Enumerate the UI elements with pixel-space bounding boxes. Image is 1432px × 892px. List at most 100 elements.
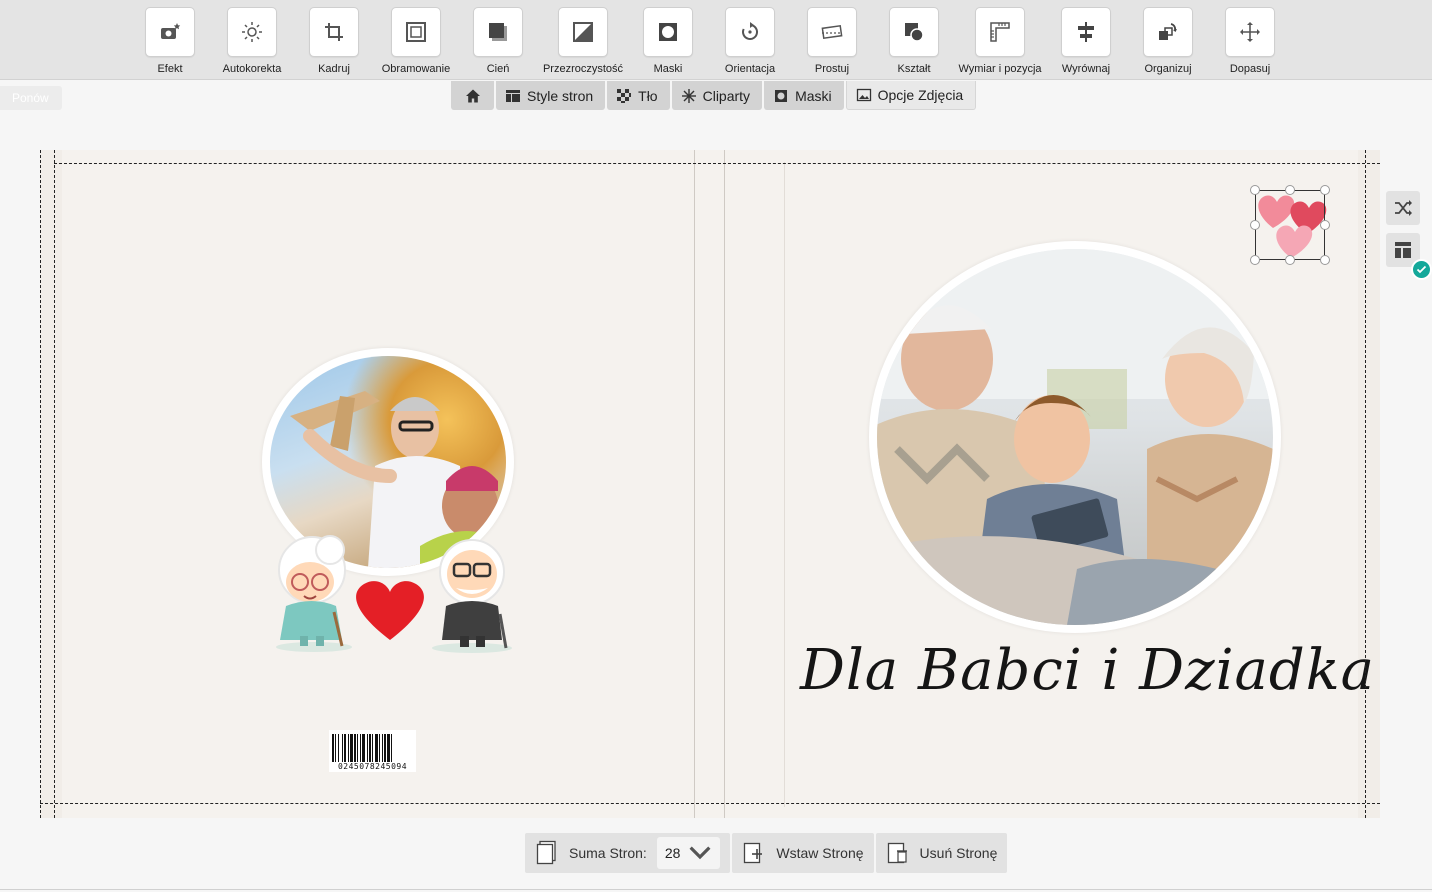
tool-label: Kadruj xyxy=(318,63,350,75)
tool-label: Przezroczystość xyxy=(542,63,624,75)
bleed-guide-top xyxy=(54,163,1380,164)
pages-select[interactable]: 28 xyxy=(656,837,721,869)
tool-label: Maski xyxy=(653,63,683,75)
tool-label: Organizuj xyxy=(1144,63,1192,75)
ruler-icon xyxy=(975,7,1025,57)
resize-handle[interactable] xyxy=(1250,220,1260,230)
arrange-icon xyxy=(1143,7,1193,57)
secondary-tabs: Style stron Tło Cliparty Maski Opcje Zdj… xyxy=(451,81,977,110)
tool-kadruj[interactable]: Kadruj xyxy=(292,7,376,77)
bottom-divider xyxy=(0,889,1432,890)
mask-icon xyxy=(643,7,693,57)
tool-obramowanie[interactable]: Obramowanie xyxy=(374,7,458,77)
image-icon xyxy=(856,88,871,102)
crop-icon xyxy=(309,7,359,57)
tool-prostuj[interactable]: Prostuj xyxy=(790,7,874,77)
tool-maski[interactable]: Maski xyxy=(626,7,710,77)
tool-cien[interactable]: Cień xyxy=(456,7,540,77)
tool-label: Wymiar i pozycja xyxy=(958,63,1042,75)
top-toolbar: Efekt Autokorekta Kadruj Obramowanie Cie… xyxy=(0,0,1432,80)
add-page-icon xyxy=(744,842,763,864)
spine-line-left xyxy=(694,150,695,818)
safe-guide-right xyxy=(1365,150,1366,818)
left-edge-texture xyxy=(40,150,62,818)
barcode: 0245078245094 xyxy=(329,730,416,772)
tool-label: Prostuj xyxy=(814,63,850,75)
tool-dopasuj[interactable]: Dopasuj xyxy=(1208,7,1292,77)
photobook-canvas[interactable]: 0245078245094 Dla Babci i Dziadka xyxy=(40,150,1380,818)
tab-cliparty[interactable]: Cliparty xyxy=(671,81,763,110)
insert-page-button[interactable]: Wstaw Stronę xyxy=(732,833,874,873)
resize-handle[interactable] xyxy=(1320,185,1330,195)
tool-organizuj[interactable]: Organizuj xyxy=(1126,7,1210,77)
shuffle-button[interactable] xyxy=(1386,191,1420,225)
pages-label: Suma Stron: xyxy=(569,845,647,861)
transparency-icon xyxy=(558,7,608,57)
layout-icon xyxy=(506,89,520,102)
right-edge-texture xyxy=(1358,150,1380,818)
tool-label: Cień xyxy=(486,63,510,75)
barcode-number: 0245078245094 xyxy=(337,762,408,771)
resize-handle[interactable] xyxy=(1320,220,1330,230)
frame-icon xyxy=(391,7,441,57)
checker-icon xyxy=(617,88,632,103)
redo-tag[interactable]: Ponów xyxy=(0,86,62,110)
straighten-icon xyxy=(807,7,857,57)
home-icon xyxy=(465,89,480,102)
tab-tlo[interactable]: Tło xyxy=(607,81,670,110)
tool-label: Wyrównaj xyxy=(1061,63,1111,75)
resize-handle[interactable] xyxy=(1320,255,1330,265)
tool-wyrownaj[interactable]: Wyrównaj xyxy=(1044,7,1128,77)
shuffle-icon xyxy=(1395,200,1412,216)
resize-handle[interactable] xyxy=(1250,185,1260,195)
safe-guide-left xyxy=(54,150,55,818)
insert-page-label: Wstaw Stronę xyxy=(776,845,864,861)
delete-page-label: Usuń Stronę xyxy=(919,845,998,861)
resize-handle[interactable] xyxy=(1250,255,1260,265)
tool-label: Efekt xyxy=(157,63,183,75)
page-guide-line xyxy=(784,162,785,807)
tool-label: Dopasuj xyxy=(1229,63,1271,75)
tool-przezroczystosc[interactable]: Przezroczystość xyxy=(541,7,625,77)
cover-title[interactable]: Dla Babci i Dziadka xyxy=(800,638,1374,703)
tab-label: Style stron xyxy=(527,87,594,104)
delete-page-button[interactable]: Usuń Stronę xyxy=(875,833,1008,873)
tool-autokorekta[interactable]: Autokorekta xyxy=(210,7,294,77)
selection-box[interactable] xyxy=(1250,185,1330,265)
grandparents-clipart[interactable] xyxy=(264,532,516,658)
sparkle-icon xyxy=(681,88,696,103)
delete-page-icon xyxy=(887,842,907,864)
mask-icon xyxy=(775,89,788,102)
rotate-icon xyxy=(725,7,775,57)
tool-efekt[interactable]: Efekt xyxy=(128,7,212,77)
tool-label: Obramowanie xyxy=(381,63,451,75)
check-icon xyxy=(1411,259,1432,280)
front-cover-photo-frame[interactable] xyxy=(869,241,1281,633)
tab-style-stron[interactable]: Style stron xyxy=(496,81,606,110)
tab-label: Cliparty xyxy=(702,87,751,104)
pages-value: 28 xyxy=(664,845,681,861)
tab-home[interactable] xyxy=(451,81,494,110)
tab-label: Opcje Zdjęcia xyxy=(877,87,964,103)
tab-opcje-zdjecia[interactable]: Opcje Zdjęcia xyxy=(845,81,977,110)
bleed-guide-bottom xyxy=(40,803,1380,804)
align-icon xyxy=(1061,7,1111,57)
sun-icon xyxy=(227,7,277,57)
resize-handle[interactable] xyxy=(1285,255,1295,265)
tool-orientacja[interactable]: Orientacja xyxy=(708,7,792,77)
tab-maski[interactable]: Maski xyxy=(764,81,844,110)
tab-label: Tło xyxy=(638,87,658,104)
tool-label: Kształt xyxy=(897,63,931,75)
shape-icon xyxy=(889,7,939,57)
move-icon xyxy=(1225,7,1275,57)
chevron-down-icon xyxy=(689,846,711,860)
front-cover-photo xyxy=(877,249,1273,625)
tab-label: Maski xyxy=(795,87,832,104)
bleed-guide-left xyxy=(40,150,41,818)
tool-ksztalt[interactable]: Kształt xyxy=(872,7,956,77)
tool-wymiar-i-pozycja[interactable]: Wymiar i pozycja xyxy=(958,7,1042,77)
spine-line-right xyxy=(724,150,725,818)
resize-handle[interactable] xyxy=(1285,185,1295,195)
tool-label: Orientacja xyxy=(724,63,776,75)
shadow-icon xyxy=(473,7,523,57)
